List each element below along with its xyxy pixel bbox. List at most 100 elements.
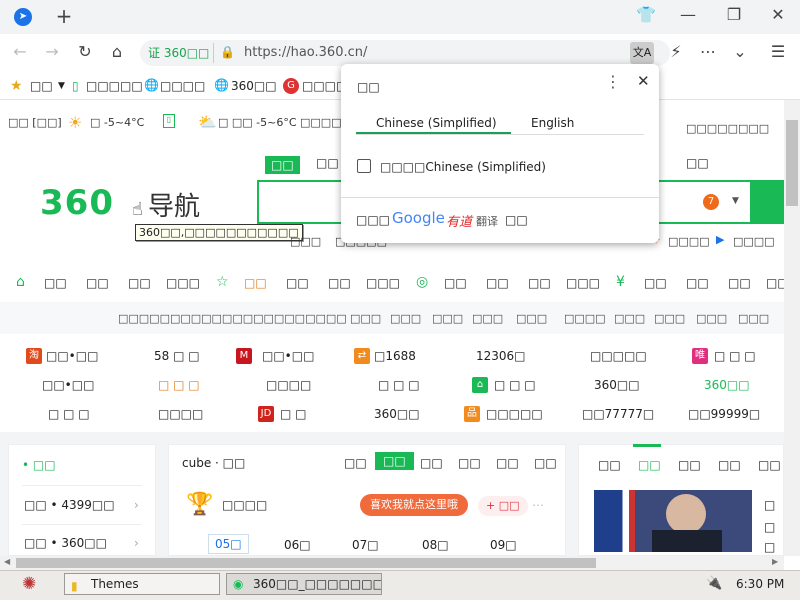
- category-link[interactable]: □□□: [366, 276, 400, 290]
- site-link[interactable]: □□•□□: [42, 378, 94, 392]
- right-tab[interactable]: □□: [678, 458, 701, 472]
- site-link[interactable]: □□□□: [266, 378, 311, 392]
- category-link[interactable]: □□□: [566, 276, 600, 290]
- site-link[interactable]: □□□□□: [486, 407, 543, 421]
- left-list-item[interactable]: □□ • 4399□□: [24, 498, 115, 512]
- mid-tab[interactable]: □□: [344, 456, 367, 470]
- category-link[interactable]: □□: [644, 276, 667, 290]
- category-link[interactable]: □□: [686, 276, 709, 290]
- category-link[interactable]: □□: [486, 276, 509, 290]
- mid-tab[interactable]: □□: [458, 456, 481, 470]
- date-tab-active[interactable]: 05□: [208, 534, 249, 554]
- back-icon[interactable]: ←: [10, 42, 30, 62]
- search-tab[interactable]: □□: [686, 156, 709, 170]
- restore-icon[interactable]: ❐: [724, 5, 744, 25]
- bookmark-item[interactable]: □□□□□: [86, 79, 143, 93]
- more-icon[interactable]: ⋯: [532, 498, 544, 512]
- network-icon[interactable]: 🔌: [706, 576, 722, 591]
- caret-down-icon[interactable]: ▼: [732, 196, 739, 206]
- taskbar-item[interactable]: ▮ Themes: [64, 573, 220, 595]
- category-link[interactable]: □□: [328, 276, 351, 290]
- security-chip[interactable]: 证 360□□: [144, 43, 215, 63]
- sublink[interactable]: □□□□: [564, 312, 606, 325]
- site-link[interactable]: □□□□: [158, 407, 203, 421]
- bookmark-item[interactable]: 360□□: [231, 79, 277, 93]
- weather-right-link[interactable]: □□□□□□□□: [686, 122, 769, 135]
- category-link[interactable]: □□: [528, 276, 551, 290]
- site-link[interactable]: □ □ □: [494, 378, 536, 392]
- site-link[interactable]: 360□□: [704, 378, 750, 392]
- category-link[interactable]: □□: [728, 276, 751, 290]
- site-link[interactable]: □ □: [280, 407, 307, 421]
- always-translate-checkbox[interactable]: [357, 159, 371, 173]
- site-link[interactable]: □1688: [374, 349, 416, 363]
- category-link[interactable]: □□: [86, 276, 109, 290]
- date-tab[interactable]: 08□: [422, 538, 449, 552]
- right-tab[interactable]: □□: [758, 458, 781, 472]
- date-tab[interactable]: 09□: [490, 538, 517, 552]
- horizontal-scroll-thumb[interactable]: [16, 558, 596, 568]
- tshirt-icon[interactable]: 👕: [636, 5, 656, 25]
- right-tab[interactable]: □□: [718, 458, 741, 472]
- date-tab[interactable]: 07□: [352, 538, 379, 552]
- site-link[interactable]: □□77777□: [582, 407, 654, 421]
- mid-tab-active[interactable]: □□: [375, 452, 414, 470]
- category-link[interactable]: □□: [444, 276, 467, 290]
- category-link[interactable]: □□: [128, 276, 151, 290]
- site-link[interactable]: 360□□: [594, 378, 640, 392]
- right-side-link[interactable]: □: [764, 520, 775, 534]
- translate-icon[interactable]: 文A: [630, 42, 654, 64]
- mid-tab[interactable]: □□: [496, 456, 519, 470]
- sublink[interactable]: □□□: [654, 312, 685, 325]
- close-icon[interactable]: ✕: [637, 72, 650, 90]
- sublink[interactable]: □□□: [738, 312, 769, 325]
- clock[interactable]: 6:30 PM: [736, 577, 784, 591]
- menu-icon[interactable]: ☰: [768, 42, 788, 62]
- site-link[interactable]: □ □ □: [714, 349, 756, 363]
- site-link[interactable]: 12306□: [476, 349, 526, 363]
- url-text[interactable]: https://hao.360.cn/: [244, 45, 367, 60]
- sublink[interactable]: □□□: [350, 312, 381, 325]
- news-photo[interactable]: [594, 490, 752, 552]
- sublink[interactable]: □□□: [696, 312, 727, 325]
- sublink[interactable]: □□□: [432, 312, 463, 325]
- tab-target-language[interactable]: English: [531, 116, 574, 130]
- site-link[interactable]: □ □ □: [48, 407, 90, 421]
- taskbar-item-active[interactable]: ◉ 360□□_□□□□□□□...: [226, 573, 382, 595]
- weather-city[interactable]: □□ [□□]: [8, 116, 62, 129]
- compass-icon[interactable]: ➤: [14, 8, 32, 26]
- search-tab[interactable]: □□: [265, 156, 300, 174]
- scroll-left-icon[interactable]: ◀: [4, 557, 10, 566]
- weather-tomorrow[interactable]: □ □□ -5~6°C: [218, 116, 297, 129]
- search-tab[interactable]: □□: [316, 156, 339, 170]
- category-link[interactable]: □□: [244, 276, 267, 290]
- caret-down-icon[interactable]: ▼: [58, 81, 65, 91]
- left-list-item[interactable]: □□ • 360□□: [24, 536, 107, 550]
- date-tab[interactable]: 06□: [284, 538, 311, 552]
- right-side-link[interactable]: □: [764, 498, 775, 512]
- more-icon[interactable]: ⋯: [698, 42, 718, 62]
- category-link[interactable]: □□: [286, 276, 309, 290]
- site-link[interactable]: 360□□: [374, 407, 420, 421]
- start-menu-icon[interactable]: ✺: [22, 574, 36, 594]
- search-sublink[interactable]: □□□□: [733, 235, 775, 248]
- site-link[interactable]: 58 □ □: [154, 349, 200, 363]
- sublink[interactable]: □□□: [472, 312, 503, 325]
- category-link[interactable]: □□: [44, 276, 67, 290]
- lightning-icon[interactable]: ⚡: [666, 42, 686, 62]
- sublink[interactable]: □□□: [390, 312, 421, 325]
- bookmark-item[interactable]: □□□□: [160, 79, 205, 93]
- site-link[interactable]: □□•□□: [262, 349, 314, 363]
- tab-source-language[interactable]: Chinese (Simplified): [376, 116, 497, 130]
- minimize-icon[interactable]: —: [678, 5, 698, 25]
- home-icon[interactable]: ⌂: [107, 42, 127, 62]
- promo-bubble[interactable]: 喜欢我就点这里哦: [360, 494, 468, 516]
- mid-item[interactable]: □□□□: [222, 498, 267, 512]
- forward-icon[interactable]: →: [42, 42, 62, 62]
- scroll-right-icon[interactable]: ▶: [772, 557, 778, 566]
- right-tab[interactable]: □□: [598, 458, 621, 472]
- close-icon[interactable]: ✕: [768, 5, 788, 25]
- right-side-link[interactable]: □: [764, 540, 775, 554]
- reload-icon[interactable]: ↻: [75, 42, 95, 62]
- site-link[interactable]: □□99999□: [688, 407, 760, 421]
